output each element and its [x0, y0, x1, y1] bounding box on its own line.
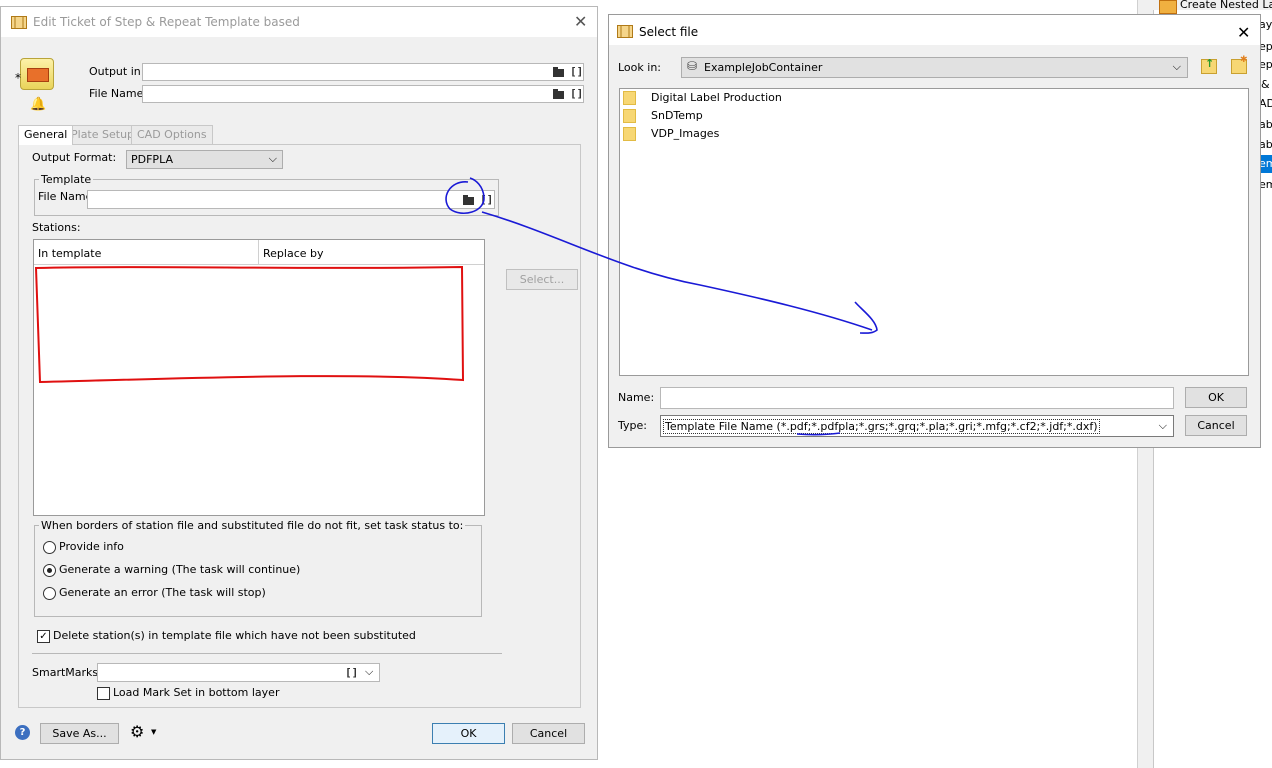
bracket-icon[interactable]: [] [570, 65, 583, 78]
bell-icon[interactable]: 🔔 [30, 97, 46, 112]
output-format-label: Output Format: [32, 151, 117, 164]
template-file-name-label: File Name [38, 190, 93, 203]
type-label: Type: [618, 419, 647, 432]
gear-icon[interactable]: ⚙ [130, 722, 144, 741]
help-icon[interactable]: ? [15, 725, 30, 740]
database-icon: ⛁ [687, 59, 698, 73]
close-icon[interactable]: ✕ [574, 12, 587, 31]
chevron-down-icon[interactable]: ⌵ [365, 665, 373, 679]
smartmarks-select[interactable]: [] ⌵ [97, 663, 380, 682]
column-replace-by[interactable]: Replace by [263, 247, 324, 260]
radio-provide-info[interactable] [43, 541, 56, 554]
ticket-icon [617, 25, 633, 38]
output-in-field[interactable]: [] [142, 63, 584, 81]
edit-ticket-dialog: Edit Ticket of Step & Repeat Template ba… [0, 6, 598, 760]
output-in-label: Output in: [89, 65, 145, 78]
asterisk-icon: * [15, 71, 21, 85]
folder-icon [623, 109, 636, 123]
chevron-down-icon: ⌵ [1158, 419, 1167, 432]
radio-provide-info-label: Provide info [59, 540, 124, 553]
name-input[interactable] [660, 387, 1174, 409]
bracket-icon[interactable]: [] [345, 666, 358, 679]
close-icon[interactable]: ✕ [1237, 23, 1250, 42]
folder-icon [623, 91, 636, 105]
radio-generate-error[interactable] [43, 587, 56, 600]
radio-generate-warning-label: Generate a warning (The task will contin… [59, 563, 301, 576]
bracket-icon[interactable]: [] [570, 87, 583, 100]
dropdown-arrow-icon[interactable]: ▼ [151, 728, 156, 736]
chevron-down-icon: ⌵ [1172, 60, 1181, 73]
type-select[interactable]: Template File Name (*.pdf;*.pdfpla;*.grs… [660, 415, 1174, 437]
folder-icon[interactable] [553, 89, 564, 99]
ticket-icon [11, 16, 27, 29]
output-format-select[interactable]: PDFPLA ⌵ [126, 150, 283, 169]
select-file-titlebar: Select file ✕ [609, 15, 1260, 45]
step-repeat-icon [20, 58, 54, 90]
stations-label: Stations: [32, 221, 81, 234]
list-item[interactable]: VDP_Images [651, 127, 719, 140]
divider [32, 653, 502, 654]
type-select-value: Template File Name (*.pdf;*.pdfpla;*.grs… [663, 419, 1100, 434]
tab-plate-setup[interactable]: Plate Setup [65, 125, 141, 144]
folder-icon[interactable] [553, 67, 564, 77]
list-item[interactable]: Digital Label Production [651, 91, 782, 104]
edit-ticket-title: Edit Ticket of Step & Repeat Template ba… [33, 15, 300, 29]
select-cancel-button[interactable]: Cancel [1185, 415, 1247, 436]
load-markset-checkbox[interactable] [97, 687, 110, 700]
delete-stations-checkbox[interactable]: ✓ [37, 630, 50, 643]
list-item[interactable]: SnDTemp [651, 109, 703, 122]
tab-cad-options[interactable]: CAD Options [131, 125, 213, 144]
template-file-name-field[interactable]: [] [87, 190, 495, 209]
status-group-title: When borders of station file and substit… [39, 519, 466, 532]
look-in-select[interactable]: ⛁ ExampleJobContainer ⌵ [681, 57, 1188, 78]
select-ok-button[interactable]: OK [1185, 387, 1247, 408]
bracket-icon[interactable]: [] [480, 193, 493, 206]
ok-button[interactable]: OK [432, 723, 505, 744]
folder-icon[interactable] [463, 195, 474, 205]
select-button[interactable]: Select... [506, 269, 578, 290]
radio-generate-error-label: Generate an error (The task will stop) [59, 586, 266, 599]
folder-icon [623, 127, 636, 141]
background-tree-item-icon [1159, 0, 1177, 14]
radio-generate-warning[interactable] [43, 564, 56, 577]
file-name-field[interactable]: [] [142, 85, 584, 103]
edit-ticket-titlebar: Edit Ticket of Step & Repeat Template ba… [1, 7, 597, 37]
file-list[interactable]: Digital Label Production SnDTemp VDP_Ima… [619, 88, 1249, 376]
chevron-down-icon: ⌵ [268, 152, 277, 165]
column-in-template[interactable]: In template [38, 247, 101, 260]
smartmarks-label: SmartMarks: [32, 666, 102, 679]
up-folder-icon[interactable]: ↑ [1201, 57, 1217, 74]
stations-header: In template Replace by [34, 240, 484, 265]
file-name-label: File Name: [89, 87, 148, 100]
tab-general[interactable]: General [18, 125, 74, 145]
select-file-title: Select file [639, 25, 699, 39]
background-tree-item[interactable]: Create Nested Layo [1180, 0, 1272, 11]
select-file-dialog: Select file ✕ Look in: ⛁ ExampleJobConta… [608, 14, 1261, 448]
delete-stations-label: Delete station(s) in template file which… [53, 629, 416, 642]
load-markset-label: Load Mark Set in bottom layer [113, 686, 280, 699]
background-tree-item[interactable]: & [1261, 78, 1270, 91]
cancel-button[interactable]: Cancel [512, 723, 585, 744]
stations-table[interactable]: In template Replace by [33, 239, 485, 516]
save-as-button[interactable]: Save As... [40, 723, 119, 744]
new-folder-icon[interactable]: ✱ [1231, 55, 1248, 74]
look-in-label: Look in: [618, 61, 661, 74]
name-label: Name: [618, 391, 655, 404]
template-group-title: Template [39, 173, 94, 186]
